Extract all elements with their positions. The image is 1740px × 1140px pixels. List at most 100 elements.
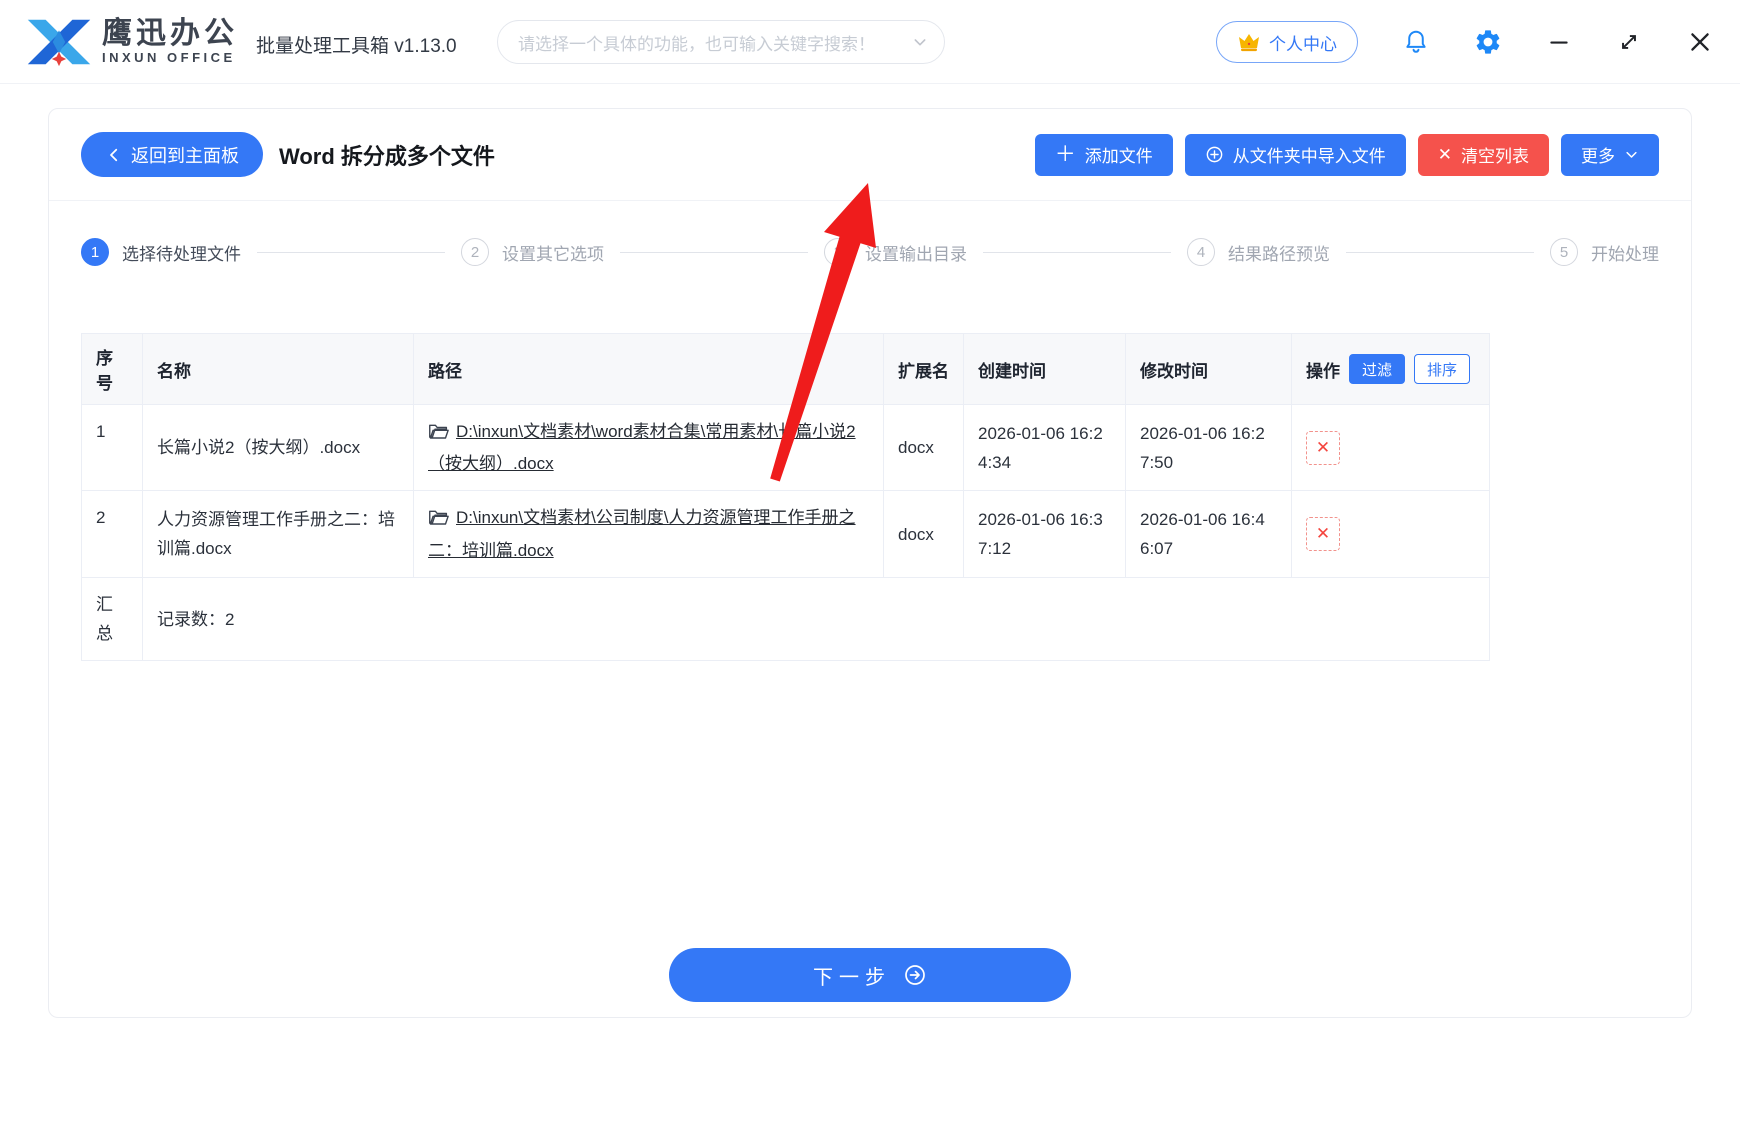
sort-button[interactable]: 排序	[1414, 354, 1470, 384]
chevron-down-icon	[912, 34, 928, 50]
col-header-ext: 扩展名	[884, 334, 964, 404]
search-placeholder: 请选择一个具体的功能，也可输入关键字搜索！	[518, 30, 912, 55]
delete-row-button[interactable]: ✕	[1306, 517, 1340, 551]
add-file-button[interactable]: ＋ 添加文件	[1035, 134, 1173, 176]
clear-list-button[interactable]: ✕ 清空列表	[1418, 134, 1549, 176]
step-connector	[983, 252, 1171, 253]
col-header-modified: 修改时间	[1126, 334, 1292, 404]
cell-ext: docx	[884, 491, 964, 576]
folder-icon	[428, 420, 449, 449]
cell-index: 2	[82, 491, 143, 576]
table-row: 1 长篇小说2（按大纲）.docx D:\inxun\文档素材\word素材合集…	[82, 405, 1489, 491]
import-from-folder-label: 从文件夹中导入文件	[1233, 142, 1386, 167]
step-number: 4	[1187, 238, 1215, 266]
circle-plus-icon	[1205, 145, 1224, 164]
chevron-left-icon	[105, 146, 123, 164]
cell-index: 1	[82, 405, 143, 490]
logo-name-en: INXUN OFFICE	[102, 50, 238, 65]
cell-modified: 2026-01-06 16:46:07	[1126, 491, 1292, 576]
minimize-button[interactable]	[1546, 29, 1572, 55]
titlebar-controls: 个人中心	[1216, 0, 1740, 84]
function-search-select[interactable]: 请选择一个具体的功能，也可输入关键字搜索！	[497, 20, 945, 64]
summary-value: 记录数：2	[143, 578, 1489, 660]
back-button-label: 返回到主面板	[131, 142, 239, 168]
step-start-process: 5 开始处理	[1550, 238, 1659, 266]
table-row: 2 人力资源管理工作手册之二：培训篇.docx D:\inxun\文档素材\公司…	[82, 491, 1489, 577]
logo-text: 鹰迅办公 INXUN OFFICE	[102, 18, 238, 65]
more-button[interactable]: 更多	[1561, 134, 1659, 176]
step-label: 开始处理	[1591, 240, 1659, 265]
cell-name: 人力资源管理工作手册之二：培训篇.docx	[143, 491, 414, 576]
cell-created: 2026-01-06 16:24:34	[964, 405, 1126, 490]
col-header-created: 创建时间	[964, 334, 1126, 404]
cell-action: ✕	[1292, 405, 1489, 490]
more-label: 更多	[1581, 142, 1615, 167]
plus-icon: ＋	[1055, 144, 1076, 165]
next-step-button[interactable]: 下一步	[669, 948, 1071, 1002]
bell-icon	[1402, 28, 1430, 56]
step-other-options: 2 设置其它选项	[461, 238, 604, 266]
user-center-button[interactable]: 个人中心	[1216, 21, 1358, 63]
step-number: 2	[461, 238, 489, 266]
file-path-link[interactable]: D:\inxun\文档素材\word素材合集\常用素材\长篇小说2（按大纲）.d…	[428, 422, 856, 473]
gear-icon	[1474, 28, 1502, 56]
step-connector	[620, 252, 808, 253]
step-select-files: 1 选择待处理文件	[81, 238, 241, 266]
add-file-label: 添加文件	[1085, 142, 1153, 167]
close-icon	[1686, 28, 1714, 56]
step-label: 选择待处理文件	[122, 240, 241, 265]
step-label: 设置其它选项	[502, 240, 604, 265]
delete-row-button[interactable]: ✕	[1306, 431, 1340, 465]
col-header-name: 名称	[143, 334, 414, 404]
step-output-dir: 3 设置输出目录	[824, 238, 967, 266]
step-result-preview: 4 结果路径预览	[1187, 238, 1330, 266]
file-table: 序号 名称 路径 扩展名 创建时间 修改时间 操作 过滤 排序 1 长篇小说2（…	[81, 333, 1490, 661]
app-logo: 鹰迅办公 INXUN OFFICE	[26, 14, 238, 70]
cell-path: D:\inxun\文档素材\word素材合集\常用素材\长篇小说2（按大纲）.d…	[414, 405, 884, 490]
clear-list-label: 清空列表	[1461, 142, 1529, 167]
user-center-label: 个人中心	[1269, 30, 1337, 55]
step-connector	[1346, 252, 1534, 253]
folder-icon	[428, 506, 449, 535]
maximize-button[interactable]	[1616, 29, 1642, 55]
delete-icon: ✕	[1316, 524, 1330, 544]
arrow-right-circle-icon	[903, 963, 927, 987]
step-number: 5	[1550, 238, 1578, 266]
summary-label: 汇总	[82, 578, 143, 660]
app-title: 批量处理工具箱 v1.13.0	[256, 31, 457, 58]
step-label: 结果路径预览	[1228, 240, 1330, 265]
back-to-dashboard-button[interactable]: 返回到主面板	[81, 132, 263, 177]
minimize-icon	[1546, 29, 1572, 55]
step-indicator: 1 选择待处理文件 2 设置其它选项 3 设置输出目录 4 结果路径预览 5 开…	[81, 238, 1659, 266]
step-connector	[257, 252, 445, 253]
feature-toolbar: 返回到主面板 Word 拆分成多个文件 ＋ 添加文件 从文件夹中导入文件	[49, 109, 1691, 201]
filter-button[interactable]: 过滤	[1349, 354, 1405, 384]
cell-path: D:\inxun\文档素材\公司制度\人力资源管理工作手册之二：培训篇.docx	[414, 491, 884, 576]
app-window: 鹰迅办公 INXUN OFFICE 批量处理工具箱 v1.13.0 请选择一个具…	[0, 0, 1740, 1140]
close-button[interactable]	[1686, 28, 1714, 56]
page-title: Word 拆分成多个文件	[279, 139, 495, 171]
summary-row: 汇总 记录数：2	[82, 578, 1489, 661]
col-header-action: 操作 过滤 排序	[1292, 334, 1489, 404]
cell-created: 2026-01-06 16:37:12	[964, 491, 1126, 576]
toolbar-actions: ＋ 添加文件 从文件夹中导入文件 ✕ 清空列表 更多	[1035, 134, 1659, 176]
table-body: 1 长篇小说2（按大纲）.docx D:\inxun\文档素材\word素材合集…	[82, 405, 1489, 661]
crown-icon	[1237, 31, 1261, 53]
step-label: 设置输出目录	[865, 240, 967, 265]
main-panel: 返回到主面板 Word 拆分成多个文件 ＋ 添加文件 从文件夹中导入文件	[48, 108, 1692, 1018]
action-header-label: 操作	[1306, 357, 1340, 382]
logo-name-cn: 鹰迅办公	[102, 18, 238, 50]
x-icon: ✕	[1438, 146, 1452, 163]
settings-button[interactable]	[1474, 28, 1502, 56]
cell-action: ✕	[1292, 491, 1489, 576]
cell-ext: docx	[884, 405, 964, 490]
next-step-label: 下一步	[813, 961, 891, 990]
cell-modified: 2026-01-06 16:27:50	[1126, 405, 1292, 490]
cell-name: 长篇小说2（按大纲）.docx	[143, 405, 414, 490]
import-from-folder-button[interactable]: 从文件夹中导入文件	[1185, 134, 1406, 176]
step-number: 1	[81, 238, 109, 266]
file-path-link[interactable]: D:\inxun\文档素材\公司制度\人力资源管理工作手册之二：培训篇.docx	[428, 508, 856, 559]
notification-button[interactable]	[1402, 28, 1430, 56]
col-header-path: 路径	[414, 334, 884, 404]
chevron-down-icon	[1624, 147, 1639, 162]
